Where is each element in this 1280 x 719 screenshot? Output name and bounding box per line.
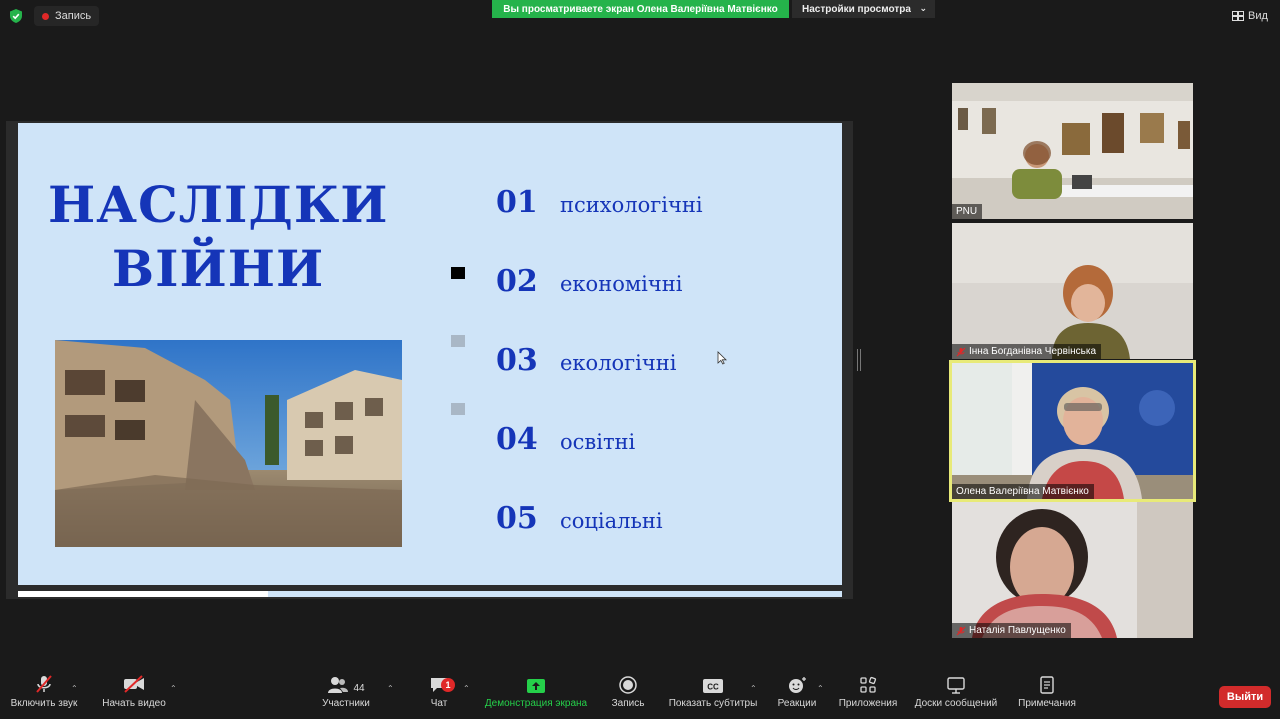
item-label: економічні [560, 272, 683, 296]
recording-label: Запись [55, 10, 92, 22]
slide-progress-bar [18, 591, 268, 597]
slide-title: НАСЛІДКИ ВІЙНИ [48, 173, 388, 301]
participant-name: Олена Валеріївна Матвієнко [956, 486, 1089, 497]
participant-name: PNU [956, 206, 978, 217]
reactions-options-caret-icon[interactable]: ⌃ [817, 684, 824, 693]
view-settings-label: Настройки просмотра [802, 3, 911, 15]
share-banner: Вы просматриваете экран Олена Валеріївна… [492, 0, 789, 18]
participant-tile[interactable]: Інна Богданівна Червінська [952, 223, 1193, 359]
item-number: 02 [496, 264, 538, 299]
unmute-button[interactable]: Включить звук [8, 672, 80, 719]
chat-unread-badge: 1 [441, 678, 455, 692]
participant-tile[interactable]: PNU [952, 83, 1193, 219]
show-captions-label: Показать субтитры [668, 698, 758, 709]
smiley-plus-icon [789, 677, 806, 693]
start-video-label: Начать видео [102, 698, 166, 709]
participants-icon [328, 677, 349, 693]
item-label: психологічні [560, 193, 703, 217]
item-label: екологічні [560, 351, 677, 375]
item-number: 05 [496, 501, 538, 536]
share-screen-label: Демонстрация экрана [484, 698, 588, 709]
whiteboard-icon [947, 677, 965, 694]
list-item: 05 соціальні [496, 501, 663, 536]
cc-icon-text: CC [707, 683, 719, 692]
apps-button[interactable]: Приложения [836, 672, 900, 719]
panel-resize-handle[interactable] [857, 349, 861, 371]
video-options-caret-icon[interactable]: ⌃ [170, 684, 177, 693]
bullet-gray-icon [451, 403, 465, 415]
view-settings-dropdown[interactable]: Настройки просмотра ⌄ [792, 0, 935, 18]
security-shield-icon[interactable] [8, 8, 24, 24]
whiteboards-button[interactable]: Доски сообщений [910, 672, 1002, 719]
list-item: 01 психологічні [496, 185, 703, 220]
item-label: соціальні [560, 509, 663, 533]
reactions-button[interactable]: Реакции [774, 672, 820, 719]
participant-video [952, 223, 1193, 359]
participant-tile[interactable]: Наталія Павлущенко [952, 502, 1193, 638]
notes-icon [1040, 676, 1054, 694]
captions-options-caret-icon[interactable]: ⌃ [750, 684, 757, 693]
chat-label: Чат [430, 698, 448, 709]
meeting-toolbar: Включить звук ⌃ Начать видео ⌃ 44 Участн… [0, 672, 1280, 719]
slide-title-line1: НАСЛІДКИ [48, 175, 389, 234]
participant-video [952, 83, 1193, 219]
participant-name: Наталія Павлущенко [969, 625, 1066, 636]
whiteboards-label: Доски сообщений [914, 698, 998, 709]
recording-indicator[interactable]: Запись [34, 6, 100, 26]
bullet-gray-icon [451, 335, 465, 347]
audio-options-caret-icon[interactable]: ⌃ [71, 684, 78, 693]
record-button[interactable]: Запись [608, 672, 648, 719]
share-screen-icon [527, 679, 545, 693]
chat-options-caret-icon[interactable]: ⌃ [463, 684, 470, 693]
participant-name-tag: Олена Валеріївна Матвієнко [952, 484, 1094, 499]
slide-progress-track [268, 591, 842, 597]
participants-button[interactable]: 44 Участники [318, 672, 374, 719]
item-number: 03 [496, 343, 538, 378]
participant-tile-active-speaker[interactable]: Олена Валеріївна Матвієнко [949, 360, 1196, 502]
slide-title-line2: ВІЙНИ [111, 239, 325, 298]
closed-captions-icon: CC [703, 679, 723, 693]
notes-label: Примечания [1018, 698, 1076, 709]
mic-muted-icon [36, 675, 52, 693]
record-label: Запись [611, 698, 645, 709]
grid-view-icon [1232, 11, 1244, 21]
apps-icon [860, 676, 877, 693]
list-item: 02 економічні [496, 264, 682, 299]
war-ruins-photo [55, 340, 402, 547]
video-off-icon [124, 675, 144, 693]
participant-name-tag: Наталія Павлущенко [952, 623, 1071, 638]
participants-count: 44 [353, 683, 365, 694]
participant-name: Інна Богданівна Червінська [969, 346, 1097, 357]
item-label: освітні [560, 430, 636, 454]
participant-video [952, 363, 1193, 499]
item-number: 04 [496, 422, 538, 457]
view-label: Вид [1248, 10, 1268, 22]
mic-muted-icon [956, 347, 966, 356]
mic-muted-icon [956, 626, 966, 635]
chevron-down-icon: ⌄ [919, 3, 927, 13]
zoom-meeting-window: Запись Вы просматриваете экран Олена Вал… [0, 0, 1280, 719]
share-screen-button[interactable]: Демонстрация экрана [482, 672, 590, 719]
bullet-black-icon [451, 267, 465, 279]
participants-label: Участники [322, 698, 370, 709]
show-captions-button[interactable]: CC Показать субтитры [666, 672, 760, 719]
recording-dot-icon [42, 12, 49, 20]
view-button[interactable]: Вид [1232, 6, 1268, 26]
participant-name-tag: Інна Богданівна Червінська [952, 344, 1102, 359]
apps-label: Приложения [838, 698, 898, 709]
record-icon [619, 676, 637, 694]
participants-options-caret-icon[interactable]: ⌃ [387, 684, 394, 693]
reactions-label: Реакции [777, 698, 817, 709]
item-number: 01 [496, 185, 538, 220]
unmute-label: Включить звук [10, 698, 78, 709]
participant-name-tag: PNU [952, 204, 983, 219]
participant-video [952, 502, 1193, 638]
list-item: 04 освітні [496, 422, 635, 457]
mouse-cursor-icon [717, 351, 727, 365]
list-item: 03 екологічні [496, 343, 677, 378]
start-video-button[interactable]: Начать видео [100, 672, 168, 719]
notes-button[interactable]: Примечания [1014, 672, 1080, 719]
leave-meeting-button[interactable]: Выйти [1219, 686, 1271, 708]
